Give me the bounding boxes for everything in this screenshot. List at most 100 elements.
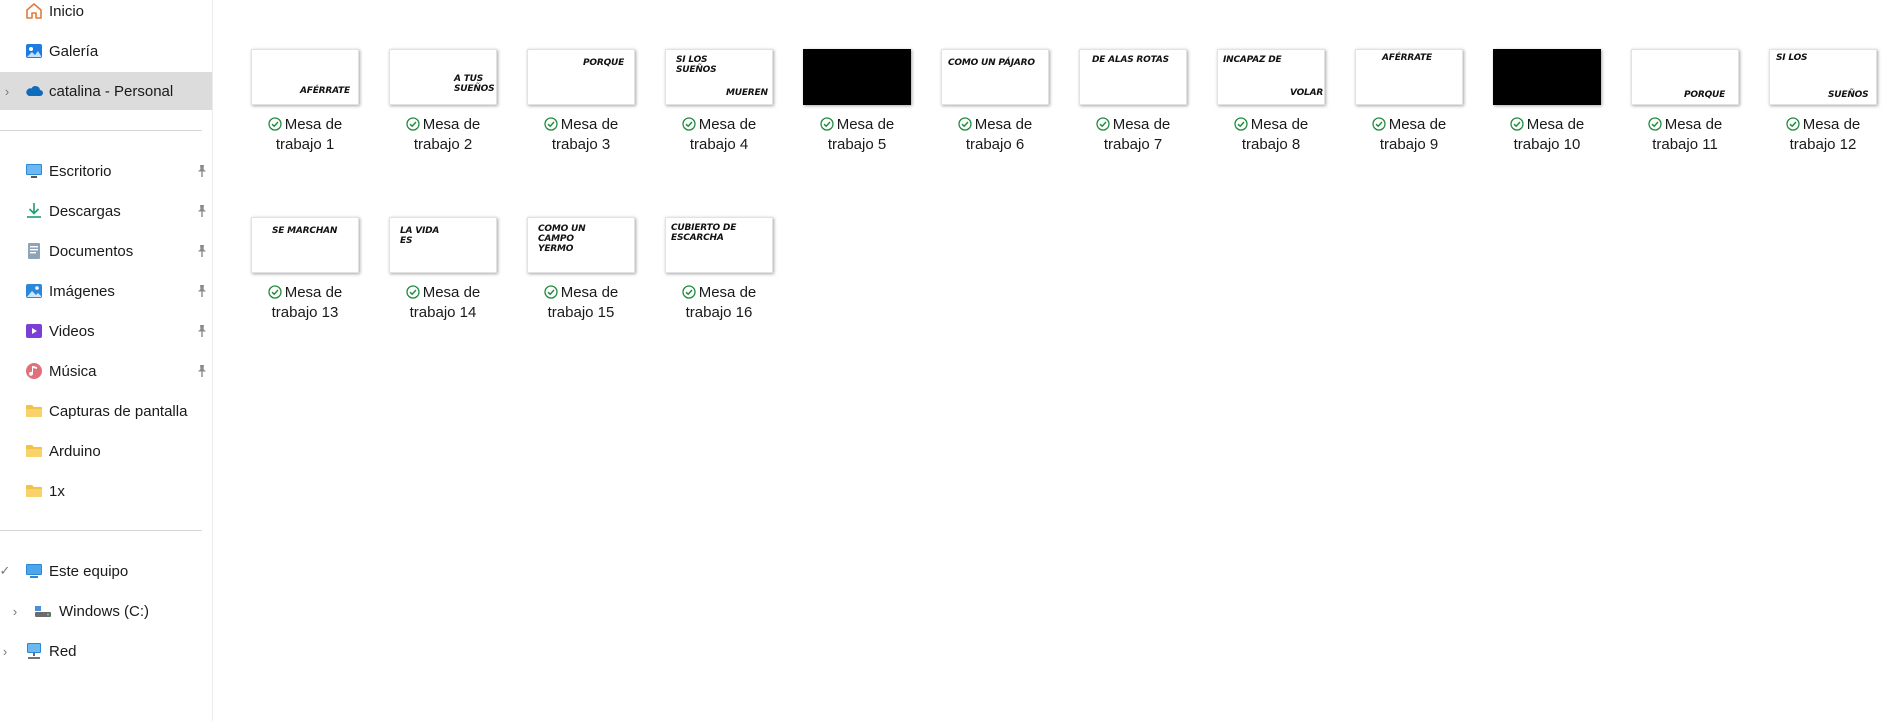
thumbnail-text: LA VIDA ES — [400, 226, 440, 246]
file-name-line2: trabajo 15 — [547, 304, 615, 321]
sidebar-item-este-equipo[interactable]: ✓ Este equipo — [0, 552, 212, 590]
documents-icon — [24, 241, 44, 261]
sync-ok-icon — [544, 117, 558, 131]
file-name[interactable]: Mesa de trabajo 6 — [927, 115, 1063, 155]
sidebar-item-label: Windows (C:) — [59, 602, 150, 620]
file-thumbnail[interactable] — [1493, 49, 1601, 105]
sidebar-item-windows-c-[interactable]: › Windows (C:) — [0, 592, 212, 630]
file-name[interactable]: Mesa de trabajo 16 — [651, 283, 787, 323]
pin-icon — [196, 284, 208, 298]
expand-chevron-icon[interactable]: › — [0, 632, 10, 670]
file-name-line1: Mesa de — [1112, 116, 1171, 133]
file-name[interactable]: Mesa de trabajo 13 — [237, 283, 373, 323]
sidebar-item-galería[interactable]: Galería — [0, 32, 212, 70]
sidebar-item-label: Red — [49, 642, 77, 660]
thumbnail-text: SUEÑOS — [1828, 90, 1869, 100]
file-item[interactable]: SE MARCHAN Mesa de trabajo 13 — [237, 217, 365, 367]
sidebar-item-label: catalina - Personal — [49, 82, 174, 100]
sync-ok-icon — [268, 285, 282, 299]
onedrive-cloud-icon — [24, 81, 44, 101]
file-item[interactable]: COMO UN PÁJARO Mesa de trabajo 6 — [927, 49, 1055, 199]
file-name[interactable]: Mesa de trabajo 8 — [1203, 115, 1339, 155]
thumbnail-text: SE MARCHAN — [272, 226, 338, 236]
sidebar-item-catalina-personal[interactable]: › catalina - Personal — [0, 72, 212, 110]
sidebar-item-documentos[interactable]: Documentos — [0, 232, 212, 270]
expand-chevron-icon[interactable]: › — [2, 72, 12, 110]
sidebar-item-arduino[interactable]: Arduino — [0, 432, 212, 470]
file-name[interactable]: Mesa de trabajo 4 — [651, 115, 787, 155]
file-thumbnail[interactable]: INCAPAZ DE VOLAR — [1217, 49, 1325, 105]
file-thumbnail[interactable]: CUBIERTO DE ESCARCHA — [665, 217, 773, 273]
file-name[interactable]: Mesa de trabajo 5 — [789, 115, 925, 155]
file-thumbnail[interactable]: A TUS SUEÑOS — [389, 49, 497, 105]
file-item[interactable]: AFÉRRATE Mesa de trabajo 9 — [1341, 49, 1469, 199]
file-item[interactable]: LA VIDA ES Mesa de trabajo 14 — [375, 217, 503, 367]
file-item[interactable]: SI LOS SUEÑOS MUEREN Mesa de trabajo 4 — [651, 49, 779, 199]
music-icon — [24, 361, 44, 381]
file-name-line1: Mesa de — [1802, 116, 1861, 133]
file-item[interactable]: PORQUE Mesa de trabajo 3 — [513, 49, 641, 199]
file-thumbnail[interactable]: PORQUE — [1631, 49, 1739, 105]
file-thumbnail[interactable]: SI LOS SUEÑOS MUEREN — [665, 49, 773, 105]
sidebar-item-red[interactable]: › Red — [0, 632, 212, 670]
sidebar-item-1x[interactable]: 1x — [0, 472, 212, 510]
file-name[interactable]: Mesa de trabajo 3 — [513, 115, 649, 155]
download-icon — [24, 201, 44, 221]
file-name[interactable]: Mesa de trabajo 10 — [1479, 115, 1615, 155]
file-item[interactable]: INCAPAZ DE VOLAR Mesa de trabajo 8 — [1203, 49, 1331, 199]
file-item[interactable]: SI LOS SUEÑOS Mesa de trabajo 12 — [1755, 49, 1883, 199]
file-thumbnail[interactable]: PORQUE — [527, 49, 635, 105]
pin-icon — [196, 244, 208, 258]
file-thumbnail[interactable]: AFÉRRATE — [251, 49, 359, 105]
sidebar-item-label: Escritorio — [49, 162, 112, 180]
file-name[interactable]: Mesa de trabajo 7 — [1065, 115, 1201, 155]
file-name[interactable]: Mesa de trabajo 14 — [375, 283, 511, 323]
thumbnail-text: SI LOS SUEÑOS — [676, 55, 717, 75]
file-name-line2: trabajo 8 — [1241, 136, 1301, 153]
file-name-line2: trabajo 1 — [275, 136, 335, 153]
file-thumbnail[interactable]: SE MARCHAN — [251, 217, 359, 273]
file-name-line1: Mesa de — [284, 116, 343, 133]
sidebar-item-descargas[interactable]: Descargas — [0, 192, 212, 230]
sidebar-item-escritorio[interactable]: Escritorio — [0, 152, 212, 190]
file-item[interactable]: PORQUE Mesa de trabajo 11 — [1617, 49, 1745, 199]
file-name[interactable]: Mesa de trabajo 11 — [1617, 115, 1753, 155]
file-item[interactable]: DE ALAS ROTAS Mesa de trabajo 7 — [1065, 49, 1193, 199]
sync-ok-icon — [1096, 117, 1110, 131]
file-name[interactable]: Mesa de trabajo 2 — [375, 115, 511, 155]
file-thumbnail[interactable] — [803, 49, 911, 105]
file-item[interactable]: AFÉRRATE Mesa de trabajo 1 — [237, 49, 365, 199]
file-name-line1: Mesa de — [560, 284, 619, 301]
file-item[interactable]: A TUS SUEÑOS Mesa de trabajo 2 — [375, 49, 503, 199]
file-thumbnail[interactable]: DE ALAS ROTAS — [1079, 49, 1187, 105]
file-name[interactable]: Mesa de trabajo 1 — [237, 115, 373, 155]
thumbnail-text: PORQUE — [1684, 90, 1726, 100]
file-name[interactable]: Mesa de trabajo 12 — [1755, 115, 1887, 155]
file-item[interactable]: Mesa de trabajo 10 — [1479, 49, 1607, 199]
file-name-line1: Mesa de — [1388, 116, 1447, 133]
file-thumbnail[interactable]: AFÉRRATE — [1355, 49, 1463, 105]
file-name-line2: trabajo 10 — [1513, 136, 1581, 153]
sidebar-item-inicio[interactable]: Inicio — [0, 0, 212, 30]
file-item[interactable]: Mesa de trabajo 5 — [789, 49, 917, 199]
file-thumbnail[interactable]: COMO UN CAMPO YERMO — [527, 217, 635, 273]
sync-ok-icon — [406, 117, 420, 131]
file-name-line1: Mesa de — [1250, 116, 1309, 133]
file-item[interactable]: CUBIERTO DE ESCARCHA Mesa de trabajo 16 — [651, 217, 779, 367]
drive-icon — [33, 601, 53, 621]
sidebar-item-imágenes[interactable]: Imágenes — [0, 272, 212, 310]
file-name[interactable]: Mesa de trabajo 9 — [1341, 115, 1477, 155]
sidebar-item-capturas-de-pantalla[interactable]: Capturas de pantalla — [0, 392, 212, 430]
file-name[interactable]: Mesa de trabajo 15 — [513, 283, 649, 323]
file-item[interactable]: COMO UN CAMPO YERMO Mesa de trabajo 15 — [513, 217, 641, 367]
folder-icon — [24, 441, 44, 461]
thumbnail-text: AFÉRRATE — [1382, 53, 1432, 63]
expand-chevron-icon[interactable]: › — [10, 592, 20, 630]
file-thumbnail[interactable]: LA VIDA ES — [389, 217, 497, 273]
file-thumbnail[interactable]: COMO UN PÁJARO — [941, 49, 1049, 105]
file-view: AFÉRRATE Mesa de trabajo 1 A TUS SUEÑOS Mesa… — [214, 0, 1887, 721]
expand-chevron-icon[interactable]: ✓ — [0, 552, 10, 590]
sidebar-item-videos[interactable]: Videos — [0, 312, 212, 350]
file-thumbnail[interactable]: SI LOS SUEÑOS — [1769, 49, 1877, 105]
sidebar-item-música[interactable]: Música — [0, 352, 212, 390]
